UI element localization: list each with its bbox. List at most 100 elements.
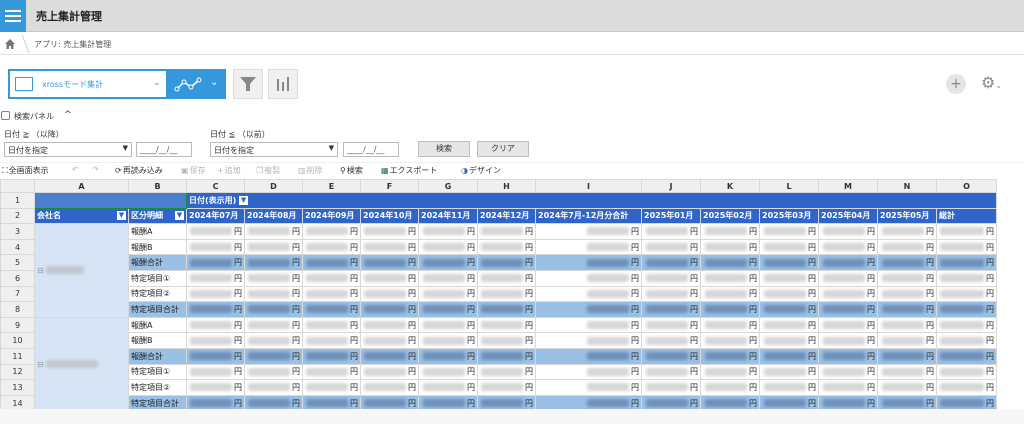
value-cell[interactable]: 円: [700, 238, 760, 256]
value-cell[interactable]: 円: [418, 238, 478, 256]
value-cell[interactable]: 円: [360, 301, 419, 318]
column-letter[interactable]: G: [418, 179, 478, 193]
value-cell[interactable]: 円: [759, 269, 819, 287]
menu-icon[interactable]: [0, 0, 26, 32]
value-cell[interactable]: 円: [936, 332, 997, 349]
value-cell[interactable]: 円: [360, 363, 419, 381]
value-cell[interactable]: 円: [360, 332, 419, 349]
value-cell[interactable]: 円: [244, 238, 303, 256]
column-letter[interactable]: O: [936, 179, 997, 193]
value-cell[interactable]: 円: [700, 269, 760, 287]
reload-button[interactable]: ⟳再読み込み: [115, 165, 163, 176]
column-letter[interactable]: M: [818, 179, 878, 193]
clear-button[interactable]: クリア: [477, 141, 529, 157]
value-cell[interactable]: 円: [360, 223, 419, 240]
value-cell[interactable]: 円: [535, 332, 642, 349]
category-cell[interactable]: 報酬合計: [128, 254, 187, 271]
value-cell[interactable]: 円: [936, 254, 997, 271]
undo-button[interactable]: ↶: [72, 165, 79, 174]
value-cell[interactable]: 円: [641, 316, 701, 334]
value-cell[interactable]: 円: [302, 332, 361, 349]
category-cell[interactable]: 特定項目②: [128, 285, 187, 303]
date-column-header[interactable]: 2024年08月: [244, 207, 303, 225]
date-column-header[interactable]: 総計: [936, 207, 997, 225]
row-number[interactable]: 11: [0, 347, 35, 365]
value-cell[interactable]: 円: [877, 363, 937, 381]
date-column-header[interactable]: 2024年11月: [418, 207, 478, 225]
filter-dropdown-icon[interactable]: ▼: [239, 196, 249, 206]
row-number[interactable]: 2: [0, 207, 35, 225]
value-cell[interactable]: 円: [759, 347, 819, 365]
value-cell[interactable]: 円: [641, 379, 701, 396]
save-button[interactable]: ▣保存: [181, 165, 206, 176]
column-letter[interactable]: E: [302, 179, 361, 193]
date-from-select[interactable]: 日付を指定 ▼: [4, 142, 132, 157]
chart-button[interactable]: [268, 69, 298, 99]
date-column-header[interactable]: 2025年03月: [759, 207, 819, 225]
value-cell[interactable]: 円: [418, 332, 478, 349]
value-cell[interactable]: 円: [360, 379, 419, 396]
value-cell[interactable]: 円: [477, 347, 536, 365]
value-cell[interactable]: 円: [936, 316, 997, 334]
date-field-header[interactable]: 日付(表示用) ▼: [186, 192, 997, 209]
settings-button[interactable]: ⚙⌄: [981, 73, 1011, 95]
category-cell[interactable]: 特定項目②: [128, 379, 187, 396]
row-number[interactable]: 7: [0, 285, 35, 303]
value-cell[interactable]: 円: [535, 316, 642, 334]
column-letter[interactable]: B: [128, 179, 187, 193]
value-cell[interactable]: 円: [877, 379, 937, 396]
value-cell[interactable]: 円: [700, 285, 760, 303]
value-cell[interactable]: 円: [759, 285, 819, 303]
design-button[interactable]: ◑デザイン: [461, 165, 501, 176]
value-cell[interactable]: 円: [936, 363, 997, 381]
value-cell[interactable]: 円: [877, 347, 937, 365]
value-cell[interactable]: 円: [302, 223, 361, 240]
value-cell[interactable]: 円: [818, 254, 878, 271]
value-cell[interactable]: 円: [877, 238, 937, 256]
value-cell[interactable]: 円: [759, 316, 819, 334]
breadcrumb-app-link[interactable]: アプリ: 売上集計管理: [34, 39, 111, 50]
value-cell[interactable]: 円: [700, 316, 760, 334]
value-cell[interactable]: 円: [360, 269, 419, 287]
filter-dropdown-icon[interactable]: ▼: [117, 211, 126, 221]
redo-button[interactable]: ↷: [92, 165, 99, 174]
value-cell[interactable]: 円: [535, 269, 642, 287]
category-cell[interactable]: 報酬B: [128, 238, 187, 256]
category-header[interactable]: 区分明細 ▼: [128, 207, 187, 225]
value-cell[interactable]: 円: [477, 363, 536, 381]
value-cell[interactable]: 円: [244, 223, 303, 240]
value-cell[interactable]: 円: [936, 238, 997, 256]
value-cell[interactable]: 円: [418, 301, 478, 318]
copy-button[interactable]: ❐複製: [256, 165, 280, 176]
value-cell[interactable]: 円: [186, 332, 245, 349]
column-letter[interactable]: J: [641, 179, 701, 193]
value-cell[interactable]: 円: [535, 379, 642, 396]
value-cell[interactable]: 円: [302, 379, 361, 396]
date-column-header[interactable]: 2024年7月-12月分合計: [535, 207, 642, 225]
category-cell[interactable]: 特定項目合計: [128, 301, 187, 318]
pivot-grid[interactable]: A B C D E F G H I J K L M N O 1 日付(表示用) ▼ 2 会社名 ▼ 区分明細 ▼ 2024年…: [0, 179, 997, 412]
value-cell[interactable]: 円: [302, 254, 361, 271]
value-cell[interactable]: 円: [818, 269, 878, 287]
company-cell[interactable]: ⊟: [34, 223, 129, 318]
value-cell[interactable]: 円: [477, 285, 536, 303]
value-cell[interactable]: 円: [641, 269, 701, 287]
row-number[interactable]: 5: [0, 254, 35, 271]
category-cell[interactable]: 報酬A: [128, 316, 187, 334]
value-cell[interactable]: 円: [700, 254, 760, 271]
value-cell[interactable]: 円: [186, 223, 245, 240]
search-button[interactable]: 検索: [418, 141, 470, 157]
value-cell[interactable]: 円: [759, 301, 819, 318]
column-letter[interactable]: L: [759, 179, 819, 193]
select-all-corner[interactable]: [0, 179, 35, 193]
value-cell[interactable]: 円: [477, 316, 536, 334]
row-number[interactable]: 1: [0, 192, 35, 209]
column-letter[interactable]: H: [477, 179, 536, 193]
value-cell[interactable]: 円: [936, 301, 997, 318]
value-cell[interactable]: 円: [700, 379, 760, 396]
value-cell[interactable]: 円: [244, 285, 303, 303]
value-cell[interactable]: 円: [477, 254, 536, 271]
value-cell[interactable]: 円: [535, 254, 642, 271]
value-cell[interactable]: 円: [186, 379, 245, 396]
row-number[interactable]: 12: [0, 363, 35, 381]
